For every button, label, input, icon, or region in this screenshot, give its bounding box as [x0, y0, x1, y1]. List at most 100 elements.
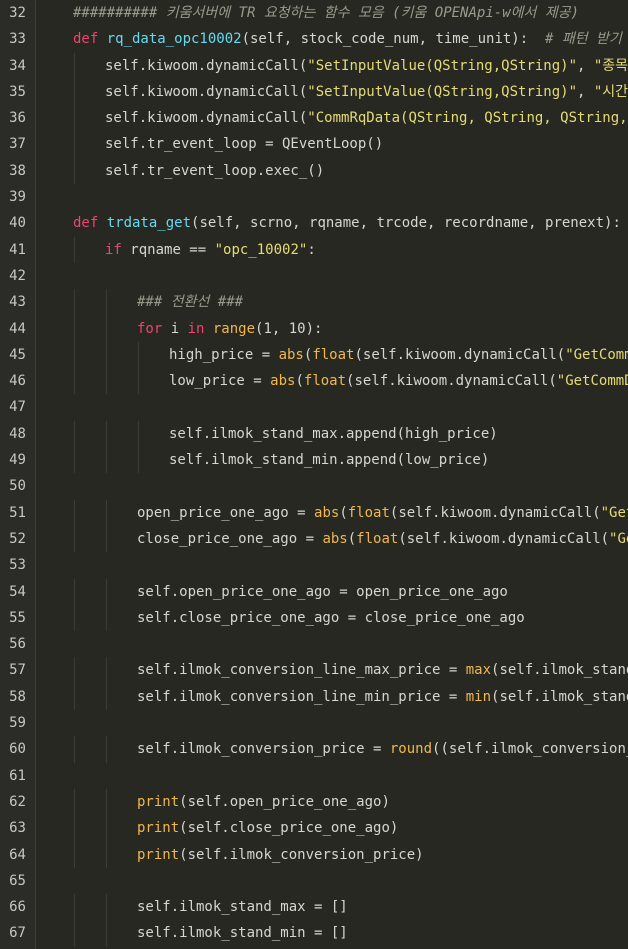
- line-number: 59: [9, 715, 26, 732]
- code-token: rq_data_opc10002: [106, 31, 242, 48]
- code-area[interactable]: ########## 키움서버에 TR 요청하는 함수 모음 (키움 OPENA…: [36, 0, 628, 949]
- line-number: 35: [9, 83, 26, 100]
- line-number: 45: [9, 346, 26, 363]
- indent-guide: [74, 920, 75, 947]
- code-token: "SetInputValue(QString,QString)": [307, 57, 578, 74]
- code-line[interactable]: [36, 552, 628, 578]
- indent-guide: [74, 499, 75, 526]
- code-line[interactable]: [36, 184, 628, 210]
- line-number: 57: [9, 662, 26, 679]
- code-line[interactable]: ### 전환선 ###: [36, 289, 628, 316]
- line-number: 47: [9, 399, 26, 416]
- indent-guide: [74, 341, 75, 369]
- line-number: 34: [9, 57, 26, 74]
- code-line[interactable]: [36, 394, 628, 420]
- code-line[interactable]: self.ilmok_stand_max.append(high_price): [36, 420, 628, 448]
- code-line[interactable]: low_price = abs(float(self.kiwoom.dynami…: [36, 368, 628, 395]
- code-token: (self.close_price_one_ago): [179, 820, 399, 837]
- code-token: in: [187, 320, 213, 337]
- code-line[interactable]: self.kiwoom.dynamicCall("CommRqData(QStr…: [36, 105, 628, 132]
- code-line[interactable]: self.ilmok_conversion_line_max_price = m…: [36, 657, 628, 684]
- line-number: 43: [9, 294, 26, 311]
- code-line[interactable]: self.ilmok_conversion_line_min_price = m…: [36, 683, 628, 711]
- code-line[interactable]: high_price = abs(float(self.kiwoom.dynam…: [36, 341, 628, 369]
- code-line[interactable]: [36, 631, 628, 657]
- indent-guide: [74, 894, 75, 921]
- indent-guide: [106, 341, 107, 369]
- indent-guide: [74, 604, 75, 632]
- code-token: ((self.ilmok_conversion_lin: [432, 741, 628, 758]
- code-token: range: [212, 320, 256, 337]
- indent-guide: [106, 815, 107, 842]
- code-token: for: [137, 320, 171, 337]
- indent-guide: [106, 657, 107, 684]
- code-line[interactable]: self.ilmok_stand_min = []: [36, 920, 628, 947]
- code-line[interactable]: close_price_one_ago = abs(float(self.kiw…: [36, 525, 628, 553]
- line-number: 67: [9, 925, 26, 942]
- code-token: min: [465, 688, 492, 705]
- code-token: "opc_10002": [214, 241, 308, 258]
- code-line[interactable]: print(self.open_price_one_ago): [36, 788, 628, 816]
- code-line[interactable]: def trdata_get(self, scrno, rqname, trco…: [36, 210, 628, 236]
- code-line[interactable]: self.close_price_one_ago = close_price_o…: [36, 604, 628, 632]
- code-line[interactable]: ########## 키움서버에 TR 요청하는 함수 모음 (키움 OPENA…: [36, 0, 628, 26]
- code-token: print: [137, 793, 180, 810]
- indent-guide: [74, 315, 75, 342]
- code-token: trdata_get: [106, 215, 192, 232]
- code-line[interactable]: self.ilmok_stand_max = []: [36, 894, 628, 921]
- code-line[interactable]: self.open_price_one_ago = open_price_one…: [36, 578, 628, 605]
- code-token: (1, 10):: [255, 320, 323, 337]
- indent-guide: [74, 78, 75, 106]
- code-line[interactable]: [36, 263, 628, 289]
- indent-guide: [106, 788, 107, 816]
- line-number: 55: [9, 609, 26, 626]
- code-line[interactable]: self.ilmok_stand_min.append(low_price): [36, 447, 628, 474]
- line-number: 58: [9, 688, 26, 705]
- indent-guide: [138, 420, 139, 448]
- code-line[interactable]: for i in range(1, 10):: [36, 315, 628, 342]
- code-token: abs: [322, 530, 348, 547]
- code-line[interactable]: self.tr_event_loop = QEventLoop(): [36, 131, 628, 158]
- code-token: self.ilmok_stand_max.append(high_price): [169, 425, 498, 442]
- indent-guide: [74, 657, 75, 684]
- code-line[interactable]: [36, 763, 628, 789]
- code-line[interactable]: [36, 710, 628, 736]
- code-line[interactable]: open_price_one_ago = abs(float(self.kiwo…: [36, 499, 628, 526]
- line-number: 48: [9, 425, 26, 442]
- line-number: 40: [9, 215, 26, 232]
- indent-guide: [74, 236, 75, 263]
- code-line[interactable]: [36, 473, 628, 499]
- code-token: # 패턴 받기 (8: [545, 31, 622, 48]
- code-token: "GetCom: [600, 504, 628, 521]
- indent-guide: [106, 920, 107, 947]
- line-number-gutter: 32 33 34 35 36 37 38 39 40 41 42 43 44 45 46 47 48 49 50 51…: [0, 0, 36, 949]
- code-token: self.ilmok_stand_min.append(low_price): [169, 452, 490, 469]
- code-line[interactable]: self.tr_event_loop.exec_(): [36, 157, 628, 185]
- code-line[interactable]: self.ilmok_conversion_price = round((sel…: [36, 736, 628, 763]
- code-token: (self.open_price_one_ago): [179, 793, 390, 810]
- code-editor[interactable]: 32 33 34 35 36 37 38 39 40 41 42 43 44 45 46 47 48 49 50 51…: [0, 0, 628, 949]
- line-number: 53: [9, 557, 26, 574]
- code-line[interactable]: [36, 868, 628, 894]
- code-line[interactable]: print(self.close_price_one_ago): [36, 815, 628, 842]
- indent-guide: [74, 105, 75, 132]
- code-token: "시간단위: [593, 83, 628, 100]
- code-line[interactable]: print(self.ilmok_conversion_price): [36, 841, 628, 868]
- line-number: 64: [9, 846, 26, 863]
- code-token: (self, stock_code_num, time_unit):: [241, 31, 546, 48]
- indent-guide: [106, 894, 107, 921]
- code-line[interactable]: self.kiwoom.dynamicCall("SetInputValue(Q…: [36, 52, 628, 79]
- code-line[interactable]: if rqname == "opc_10002":: [36, 236, 628, 263]
- code-token: max: [465, 662, 492, 679]
- code-token: abs: [314, 504, 340, 521]
- code-token: "CommRqData(QString, QString, QString, Q…: [307, 110, 628, 127]
- code-line[interactable]: self.kiwoom.dynamicCall("SetInputValue(Q…: [36, 78, 628, 106]
- code-token: self.ilmok_stand_min = []: [137, 925, 348, 942]
- code-token: if: [105, 241, 131, 258]
- code-token: def: [73, 215, 107, 232]
- indent-guide: [74, 525, 75, 553]
- line-number: 49: [9, 452, 26, 469]
- code-line[interactable]: def rq_data_opc10002(self, stock_code_nu…: [36, 26, 628, 52]
- indent-guide: [74, 289, 75, 316]
- code-token: float: [312, 346, 355, 363]
